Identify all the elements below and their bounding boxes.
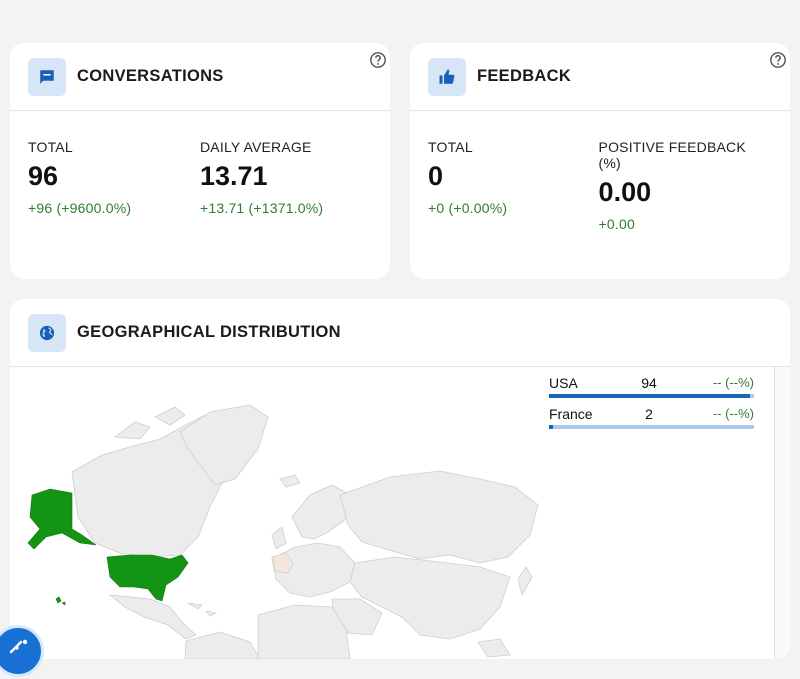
map-region-southeast-asia	[477, 638, 511, 658]
chat-icon	[28, 57, 66, 96]
legend-country: France	[549, 406, 593, 422]
legend-row-usa[interactable]: USA 94 -- (--%)	[549, 375, 754, 406]
feedback-positive: POSITIVE FEEDBACK (%) 0.00 +0.00	[599, 111, 772, 232]
globe-icon	[28, 313, 66, 352]
stat-value: 96	[28, 161, 59, 191]
legend-row-france[interactable]: France 2 -- (--%)	[549, 406, 754, 437]
map-region-caribbean	[187, 602, 218, 617]
conversations-title: CONVERSATIONS	[77, 67, 224, 85]
map-region-scandinavia	[291, 484, 351, 540]
stat-label: POSITIVE FEEDBACK (%)	[598, 139, 746, 171]
geo-title: GEOGRAPHICAL DISTRIBUTION	[77, 323, 341, 341]
feedback-stats: TOTAL 0 +0 (+0.00%) POSITIVE FEEDBACK (%…	[410, 111, 790, 232]
map-region-contiguous-usa	[106, 554, 189, 602]
conversations-header: CONVERSATIONS	[10, 43, 390, 111]
stat-delta: +0 (+0.00%)	[428, 200, 508, 216]
map-region-japan	[517, 566, 533, 597]
map-region-russia	[339, 470, 539, 564]
stat-value: 0.00	[598, 177, 652, 207]
country-legend: USA 94 -- (--%) France 2 -- (--%)	[549, 375, 754, 437]
legend-count: 94	[641, 375, 657, 391]
feedback-card: FEEDBACK TOTAL 0 +0 (+0.00%) POSITIVE FE…	[410, 43, 790, 279]
legend-change: -- (--%)	[712, 375, 754, 390]
feedback-total: TOTAL 0 +0 (+0.00%)	[428, 111, 599, 232]
world-map-svg	[27, 404, 539, 659]
chat-bubble-icon	[9, 639, 28, 654]
conversations-total: TOTAL 96 +96 (+9600.0%)	[28, 111, 200, 216]
legend-count: 2	[645, 406, 653, 422]
geo-card: GEOGRAPHICAL DISTRIBUTION USA 94 -- (--%…	[10, 299, 790, 659]
map-region-hawaii	[55, 596, 66, 606]
map-region-africa	[257, 604, 351, 659]
legend-country: USA	[549, 375, 578, 391]
conversations-stats: TOTAL 96 +96 (+9600.0%) DAILY AVERAGE 13…	[10, 111, 390, 216]
stat-delta: +96 (+9600.0%)	[28, 200, 132, 216]
map-scrollbar[interactable]	[774, 367, 790, 659]
world-map[interactable]: USA 94 -- (--%) France 2 -- (--%)	[10, 367, 790, 659]
feedback-header: FEEDBACK	[410, 43, 790, 111]
stat-label: DAILY AVERAGE	[200, 139, 312, 155]
legend-change: -- (--%)	[712, 406, 754, 421]
legend-bar-fill	[549, 425, 554, 429]
stat-label: TOTAL	[428, 139, 473, 155]
conversations-card: CONVERSATIONS TOTAL 96 +96 (+9600.0%) DA…	[10, 43, 390, 279]
thumbs-up-icon	[428, 57, 466, 96]
map-region-iceland	[279, 474, 301, 488]
help-icon[interactable]	[369, 51, 387, 69]
feedback-title: FEEDBACK	[477, 67, 572, 85]
map-region-south-america	[184, 631, 261, 659]
stat-value: 0	[428, 161, 444, 191]
map-region-mexico	[108, 594, 197, 640]
map-region-uk	[271, 526, 287, 550]
stat-value: 13.71	[200, 161, 268, 191]
legend-bar	[549, 394, 754, 398]
stat-delta: +13.71 (+1371.0%)	[200, 200, 324, 216]
geo-header: GEOGRAPHICAL DISTRIBUTION	[10, 299, 790, 367]
stat-delta: +0.00	[598, 216, 635, 232]
legend-bar-fill	[549, 394, 750, 398]
help-icon[interactable]	[769, 51, 787, 69]
conversations-daily-average: DAILY AVERAGE 13.71 +13.71 (+1371.0%)	[200, 111, 372, 216]
stat-label: TOTAL	[28, 139, 73, 155]
legend-bar	[549, 425, 754, 429]
chat-widget-button[interactable]	[0, 625, 44, 677]
